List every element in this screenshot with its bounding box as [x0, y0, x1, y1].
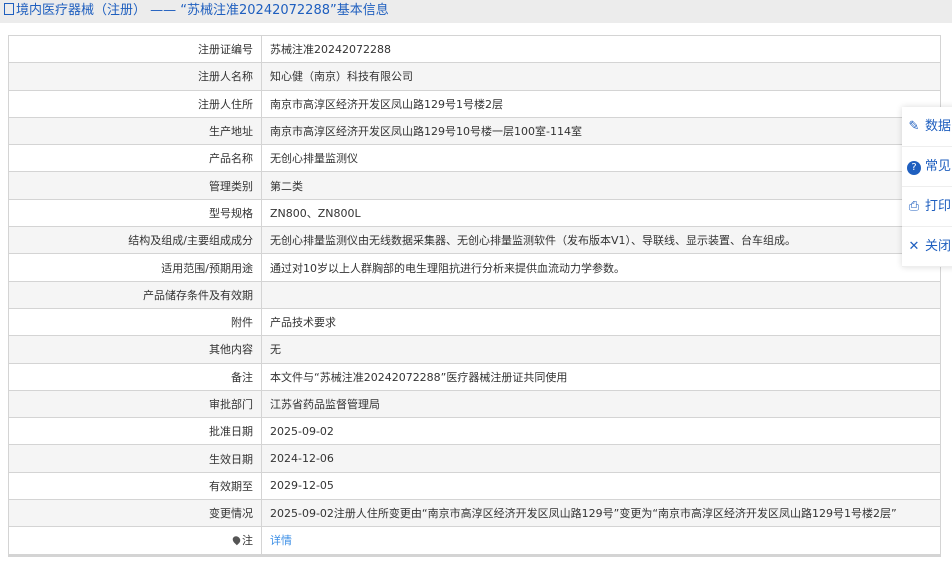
table-row: 变更情况 2025-09-02注册人住所变更由“南京市高淳区经济开发区凤山路129… [8, 499, 941, 528]
field-value: 南京市高淳区经济开发区凤山路129号1号楼2层 [261, 89, 941, 118]
question-icon: ? [907, 161, 921, 175]
table-row: 生产地址 南京市高淳区经济开发区凤山路129号10号楼一层100室-114室 [8, 116, 941, 146]
field-value [261, 280, 941, 309]
table-row: 生效日期 2024-12-06 [8, 444, 941, 473]
field-label: 其他内容 [8, 335, 262, 364]
table-row: 有效期至 2029-12-05 [8, 471, 941, 501]
details-link[interactable]: 详情 [270, 534, 292, 547]
field-label: 产品储存条件及有效期 [8, 280, 262, 309]
note-value: 详情 [261, 526, 941, 556]
field-value: 本文件与“苏械注准20242072288”医疗器械注册证共同使用 [261, 362, 941, 391]
edit-icon: ✎ [908, 119, 920, 134]
table-row: 备注 本文件与“苏械注准20242072288”医疗器械注册证共同使用 [8, 362, 941, 391]
field-label: 产品名称 [8, 144, 262, 173]
field-value: 第二类 [261, 171, 941, 200]
print-icon: ⎙ [908, 199, 920, 214]
field-label: 生产地址 [8, 116, 262, 146]
field-label: 管理类别 [8, 171, 262, 200]
page-title: 境内医疗器械（注册） —— “苏械注准20242072288”基本信息 [16, 3, 389, 18]
field-value: 知心健（南京）科技有限公司 [261, 62, 941, 91]
field-label: 注册证编号 [8, 34, 262, 64]
print-button[interactable]: ⎙ 打印 [902, 187, 952, 227]
info-table: 注册证编号 苏械注准20242072288 注册人名称 知心健（南京）科技有限公司 注册… [8, 34, 941, 557]
field-value: 2025-09-02 [261, 417, 941, 446]
table-row: 注册人住所 南京市高淳区经济开发区凤山路129号1号楼2层 [8, 89, 941, 118]
field-label: 生效日期 [8, 444, 262, 473]
floating-menu: ✎ 数据 ? 常见 ⎙ 打印 ✕ 关闭 [902, 107, 952, 267]
table-row: 注册人名称 知心健（南京）科技有限公司 [8, 62, 941, 91]
field-value: ZN800、ZN800L [261, 198, 941, 228]
field-label: 结构及组成/主要组成成分 [8, 226, 262, 255]
field-value: 通过对10岁以上人群胸部的电生理阻抗进行分析来提供血流动力学参数。 [261, 253, 941, 282]
field-label: 审批部门 [8, 389, 262, 419]
close-icon: ✕ [908, 239, 920, 254]
field-label: 型号规格 [8, 198, 262, 228]
field-value: 产品技术要求 [261, 307, 941, 337]
field-value: 苏械注准20242072288 [261, 34, 941, 64]
table-row: 适用范围/预期用途 通过对10岁以上人群胸部的电生理阻抗进行分析来提供血流动力学参… [8, 253, 941, 282]
field-label: 适用范围/预期用途 [8, 253, 262, 282]
document-icon [4, 3, 14, 15]
table-row: 批准日期 2025-09-02 [8, 417, 941, 446]
page-header: 境内医疗器械（注册） —— “苏械注准20242072288”基本信息 [0, 0, 952, 23]
field-value: 无创心排量监测仪由无线数据采集器、无创心排量监测软件（发布版本V1）、导联线、显… [261, 226, 941, 255]
field-value: 南京市高淳区经济开发区凤山路129号10号楼一层100室-114室 [261, 116, 941, 146]
field-value: 2025-09-02注册人住所变更由“南京市高淳区经济开发区凤山路129号”变更… [261, 499, 941, 528]
table-row: 结构及组成/主要组成成分 无创心排量监测仪由无线数据采集器、无创心排量监测软件（发… [8, 226, 941, 255]
field-label: 注册人住所 [8, 89, 262, 118]
field-label: 有效期至 [8, 471, 262, 501]
table-row: 产品储存条件及有效期 [8, 280, 941, 309]
table-row: 注详情 [8, 526, 941, 556]
table-row: 附件 产品技术要求 [8, 307, 941, 337]
close-button[interactable]: ✕ 关闭 [902, 227, 952, 267]
field-label: 附件 [8, 307, 262, 337]
table-row: 管理类别 第二类 [8, 171, 941, 200]
field-value: 无创心排量监测仪 [261, 144, 941, 173]
field-label: 备注 [8, 362, 262, 391]
field-label: 注册人名称 [8, 62, 262, 91]
field-label: 批准日期 [8, 417, 262, 446]
faq-button[interactable]: ? 常见 [902, 147, 952, 187]
table-row: 注册证编号 苏械注准20242072288 [8, 34, 941, 64]
field-value: 2029-12-05 [261, 471, 941, 501]
table-row: 审批部门 江苏省药品监督管理局 [8, 389, 941, 419]
pin-icon [231, 535, 242, 546]
table-row: 产品名称 无创心排量监测仪 [8, 144, 941, 173]
field-value: 无 [261, 335, 941, 364]
table-row: 其他内容无 [8, 335, 941, 364]
field-label: 变更情况 [8, 499, 262, 528]
field-value: 2024-12-06 [261, 444, 941, 473]
table-row: 型号规格 ZN800、ZN800L [8, 198, 941, 228]
note-label: 注 [8, 526, 262, 556]
data-button[interactable]: ✎ 数据 [902, 107, 952, 147]
field-value: 江苏省药品监督管理局 [261, 389, 941, 419]
